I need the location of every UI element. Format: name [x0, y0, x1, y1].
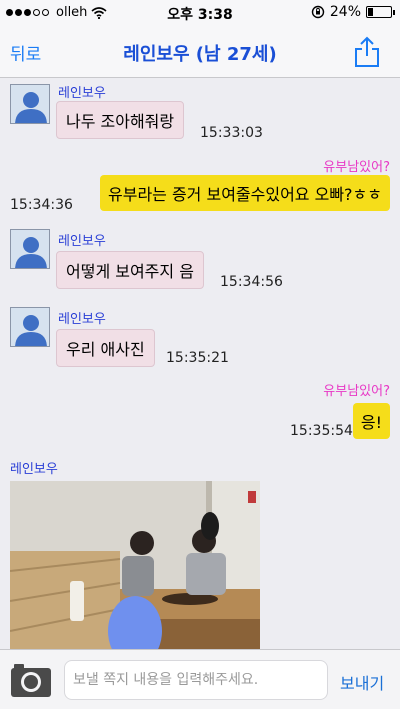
message-time: 15:33:03: [200, 125, 263, 141]
battery-icon: [366, 6, 395, 18]
sender-name: 레인보우: [10, 462, 58, 477]
share-icon[interactable]: [352, 36, 382, 68]
battery-percent: 24%: [329, 4, 361, 20]
default-profile-icon: [11, 230, 49, 268]
my-name: 유부남있어?: [323, 160, 390, 175]
message-bubble-incoming[interactable]: 우리 애사진: [56, 329, 155, 367]
photo-image: [10, 481, 260, 649]
message-input[interactable]: [64, 660, 328, 700]
message-time: 15:34:56: [220, 274, 283, 290]
status-right: 24%: [311, 4, 395, 20]
message-bubble-incoming[interactable]: 나두 조아해줘랑: [56, 101, 185, 139]
message-time: 15:35:54: [290, 423, 353, 439]
composer-bar: 보내기: [0, 649, 400, 709]
send-button[interactable]: 보내기: [340, 670, 384, 694]
page-title: 레인보우 (남 27세): [123, 44, 277, 65]
sender-name: 레인보우: [58, 312, 106, 327]
back-button[interactable]: 뒤로: [10, 40, 41, 65]
default-profile-icon: [11, 85, 49, 123]
status-bar: olleh 오후 3:38 24%: [0, 0, 400, 26]
avatar[interactable]: [10, 307, 50, 347]
camera-icon[interactable]: [10, 662, 52, 698]
message-bubble-outgoing[interactable]: 유부라는 증거 보여줄수있어요 오빠?ㅎㅎ: [100, 175, 390, 211]
avatar[interactable]: [10, 84, 50, 124]
message-time: 15:35:21: [166, 350, 229, 366]
my-name: 유부남있어?: [323, 384, 390, 399]
sender-name: 레인보우: [58, 234, 106, 249]
chat-thread[interactable]: 레인보우 나두 조아해줘랑 15:33:03 유부남있어? 유부라는 증거 보여…: [0, 79, 400, 649]
sender-name: 레인보우: [58, 86, 106, 101]
message-bubble-incoming[interactable]: 어떻게 보여주지 음: [56, 251, 204, 289]
photo-attachment[interactable]: [10, 481, 260, 649]
navigation-bar: 뒤로 레인보우 (남 27세): [0, 26, 400, 78]
avatar[interactable]: [10, 229, 50, 269]
message-time: 15:34:36: [10, 197, 73, 213]
rotation-lock-icon: [311, 5, 325, 19]
message-bubble-outgoing[interactable]: 응!: [352, 403, 390, 439]
default-profile-icon: [11, 308, 49, 346]
